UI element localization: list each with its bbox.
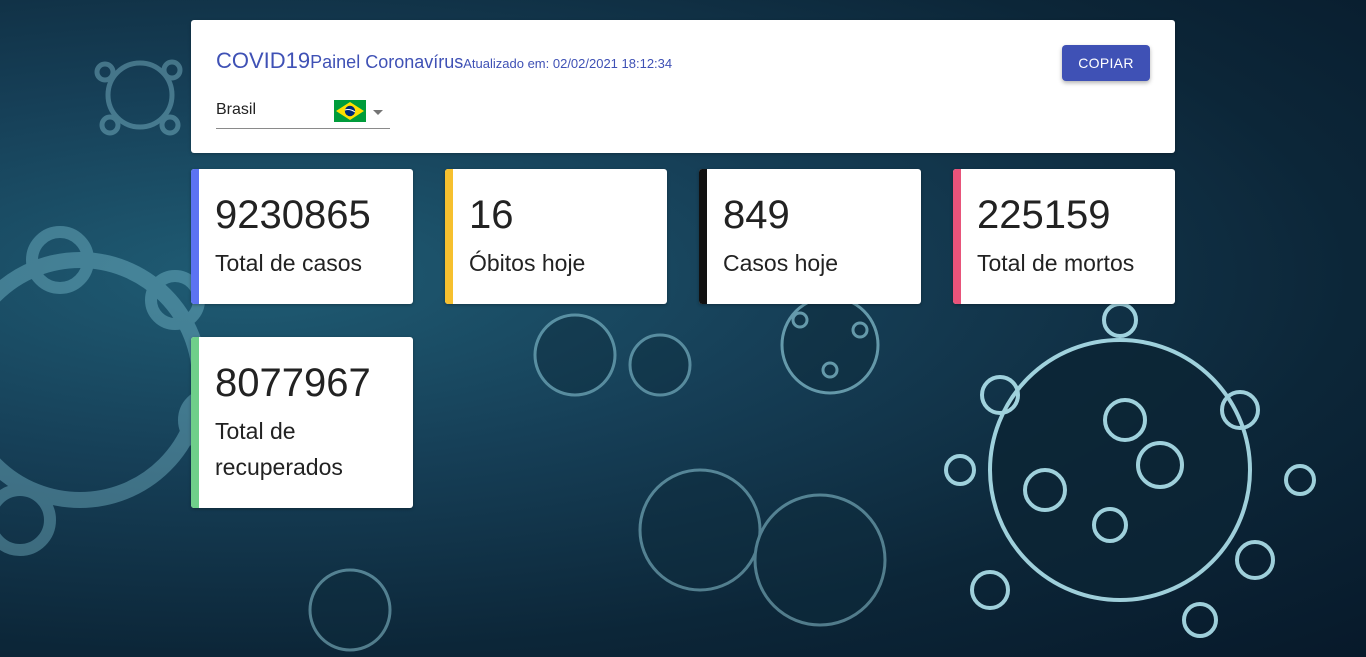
stat-color-bar [699, 169, 707, 304]
stat-label: Óbitos hoje [469, 250, 586, 276]
brazil-flag-icon [334, 100, 366, 122]
stat-color-bar [445, 169, 453, 304]
page-title: COVID19 Painel Coronavírus Atualizado em… [216, 48, 672, 74]
app-subtitle: Painel Coronavírus [310, 52, 464, 72]
stat-card-total-deaths: 225159 Total de mortos [953, 169, 1175, 304]
chevron-down-icon[interactable] [373, 110, 383, 115]
stat-label: Total de mortos [977, 250, 1135, 276]
stat-color-bar [953, 169, 961, 304]
stat-card-cases-today: 849 Casos hoje [699, 169, 921, 304]
header-card: COVID19 Painel Coronavírus Atualizado em… [191, 20, 1175, 153]
stat-color-bar [191, 169, 199, 304]
country-select-value: Brasil [216, 101, 257, 118]
stat-card-total-recovered: 8077967 Total de recuperados [191, 337, 413, 508]
stat-value: 849 [723, 193, 790, 237]
copy-button[interactable]: COPIAR [1062, 45, 1150, 81]
stat-card-total-cases: 9230865 Total de casos [191, 169, 413, 304]
stat-card-deaths-today: 16 Óbitos hoje [445, 169, 667, 304]
stat-value: 8077967 [215, 361, 371, 405]
stat-value: 9230865 [215, 193, 371, 237]
stat-value: 16 [469, 193, 514, 237]
updated-timestamp: Atualizado em: 02/02/2021 18:12:34 [463, 56, 673, 71]
stat-color-bar [191, 337, 199, 508]
stat-label: Total de recuperados [215, 418, 343, 480]
country-select[interactable]: Brasil [216, 96, 390, 129]
stat-label: Casos hoje [723, 250, 839, 276]
stat-value: 225159 [977, 193, 1111, 237]
stat-label: Total de casos [215, 250, 363, 276]
app-title: COVID19 [216, 48, 311, 73]
